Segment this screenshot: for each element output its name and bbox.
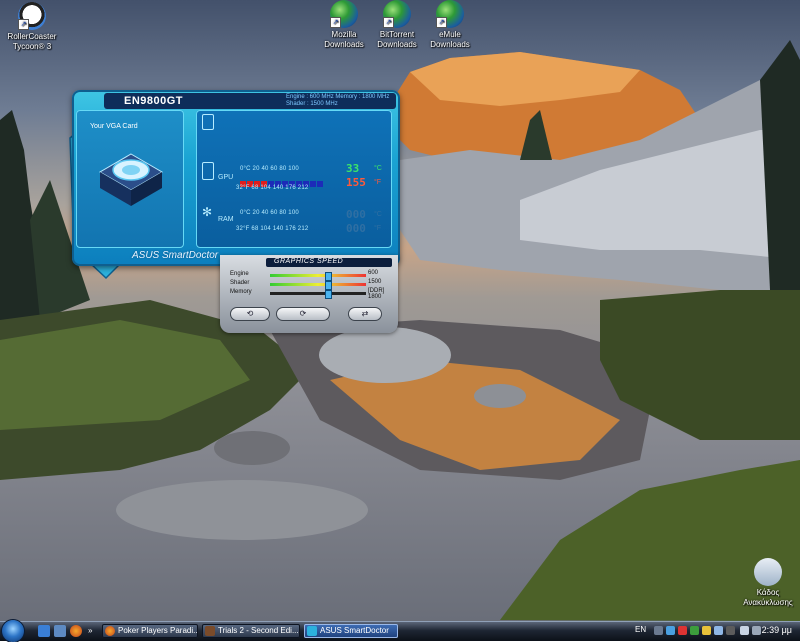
shortcut-arrow-icon: ↗ bbox=[18, 19, 29, 30]
asus-smartdoctor-logo: ASUS SmartDoctor bbox=[132, 250, 219, 261]
slider-value: [DDR] 1800 bbox=[368, 288, 385, 300]
taskbar-button-smartdoctor[interactable]: ASUS SmartDoctor bbox=[304, 624, 398, 638]
smartdoctor-panel: EN9800GT Engine : 600 MHz Memory : 1800 … bbox=[72, 90, 400, 266]
desktop-icon-label: Downloads bbox=[430, 40, 470, 49]
unit-celsius: °C bbox=[374, 165, 382, 172]
smartdoctor-icon bbox=[307, 626, 317, 636]
slider-value: 1500 bbox=[368, 279, 382, 285]
tools-icon: ⇄ bbox=[361, 309, 369, 318]
vga-card-label: Your VGA Card bbox=[90, 123, 138, 130]
slider-track bbox=[270, 292, 366, 295]
desktop-icon-label: eMule bbox=[439, 30, 461, 39]
settings-button[interactable]: ⇄ bbox=[348, 307, 382, 321]
gpu-chip-icon bbox=[99, 153, 163, 206]
desktop-icon-label: Ανακύκλωσης bbox=[743, 598, 793, 607]
apply-button[interactable]: ⟳ bbox=[276, 307, 330, 321]
recycle-bin-icon bbox=[754, 558, 782, 586]
sound-icon[interactable] bbox=[752, 626, 761, 635]
update-icon[interactable] bbox=[702, 626, 711, 635]
desktop-icon-rollercoaster[interactable]: ↗ RollerCoaster Tycoon® 3 bbox=[0, 2, 64, 52]
slider-track bbox=[270, 274, 366, 277]
network-icon[interactable] bbox=[666, 626, 675, 635]
display-icon[interactable] bbox=[714, 626, 723, 635]
switch-windows-icon[interactable] bbox=[54, 625, 66, 637]
slider-value: 600 bbox=[368, 270, 379, 276]
system-clock[interactable]: 2:39 μμ bbox=[762, 625, 792, 635]
slider-knob[interactable] bbox=[324, 290, 332, 299]
graphics-speed-panel: GRAPHICS SPEED Engine 600 Shader 1500 Me… bbox=[220, 255, 398, 333]
task-label: Poker Players Paradi... bbox=[118, 626, 198, 635]
desktop-icon-label: Tycoon® 3 bbox=[12, 42, 52, 51]
ram-scale-celsius: 0°C 20 40 60 80 100 bbox=[240, 210, 299, 216]
tray-arrow-icon[interactable] bbox=[654, 626, 663, 635]
smartdoctor-window[interactable]: EN9800GT Engine : 600 MHz Memory : 1800 … bbox=[66, 88, 402, 343]
emule-downloads-icon: ↗ bbox=[436, 0, 464, 28]
engine-slider[interactable]: Engine 600 bbox=[226, 270, 392, 281]
thermometer-icon bbox=[202, 114, 214, 130]
firefox-icon bbox=[105, 626, 115, 636]
temperature-panel: ✻ GPU 0°C 20 40 60 80 100 32°F 68 104 14… bbox=[196, 110, 392, 248]
gpu-scale-celsius: 0°C 20 40 60 80 100 bbox=[240, 166, 299, 172]
card-model-title: EN9800GT bbox=[124, 95, 184, 107]
firefox-icon[interactable] bbox=[70, 625, 82, 637]
desktop-icon-emule-downloads[interactable]: ↗ eMule Downloads bbox=[418, 0, 482, 50]
bittorrent-downloads-icon: ↗ bbox=[383, 0, 411, 28]
ram-label: RAM bbox=[218, 216, 234, 223]
slider-label: Shader bbox=[230, 280, 250, 286]
smartdoctor-titlebar[interactable]: EN9800GT Engine : 600 MHz Memory : 1800 … bbox=[104, 93, 396, 109]
taskbar-button-poker[interactable]: Poker Players Paradi... bbox=[102, 624, 198, 638]
rollercoaster-icon: ↗ bbox=[18, 2, 46, 30]
show-desktop-icon[interactable] bbox=[38, 625, 50, 637]
gpu-temp-celsius: 33 bbox=[346, 162, 360, 175]
gpu-temperature-bar bbox=[240, 174, 324, 187]
device-icon[interactable] bbox=[726, 626, 735, 635]
slider-label: Engine bbox=[230, 271, 249, 277]
antivirus-icon[interactable] bbox=[678, 626, 687, 635]
messenger-icon[interactable] bbox=[690, 626, 699, 635]
gpu-bar-segment bbox=[310, 181, 316, 187]
memory-slider[interactable]: Memory [DDR] 1800 bbox=[226, 288, 392, 300]
language-indicator[interactable]: EN bbox=[635, 625, 646, 634]
slider-track bbox=[270, 283, 366, 286]
engine-memory-clock: Engine : 600 MHz Memory : 1800 MHz bbox=[286, 94, 390, 100]
desktop-icon-label: RollerCoaster bbox=[7, 32, 57, 41]
taskbar: » Poker Players Paradi... Trials 2 - Sec… bbox=[0, 620, 800, 642]
clock-readout: Engine : 600 MHz Memory : 1800 MHz Shade… bbox=[286, 94, 389, 108]
quick-launch-overflow-icon[interactable]: » bbox=[88, 625, 100, 637]
shortcut-arrow-icon: ↗ bbox=[383, 17, 394, 28]
shader-slider[interactable]: Shader 1500 bbox=[226, 279, 392, 290]
task-label: Trials 2 - Second Edi... bbox=[218, 626, 299, 635]
gpu-bar-segment bbox=[317, 181, 323, 187]
gpu-temp-fahrenheit: 155 bbox=[346, 176, 366, 189]
gpu-scale-fahrenheit: 32°F 68 104 140 176 212 bbox=[236, 185, 309, 191]
taskbar-button-trials[interactable]: Trials 2 - Second Edi... bbox=[202, 624, 300, 638]
graphics-speed-label: GRAPHICS SPEED bbox=[274, 258, 344, 265]
ram-temp-celsius: 000 bbox=[346, 208, 366, 221]
start-button[interactable] bbox=[2, 620, 24, 642]
task-label: ASUS SmartDoctor bbox=[320, 626, 389, 635]
unit-fahrenheit: °F bbox=[374, 179, 382, 186]
shortcut-arrow-icon: ↗ bbox=[436, 17, 447, 28]
reset-icon: ⟲ bbox=[246, 309, 254, 318]
shader-clock: Shader : 1500 MHz bbox=[286, 101, 338, 107]
unit-celsius: °C bbox=[374, 211, 382, 218]
ram-temp-fahrenheit: 000 bbox=[346, 222, 366, 235]
ram-scale-fahrenheit: 32°F 68 104 140 176 212 bbox=[236, 226, 309, 232]
desktop-icon-label: Κάδος bbox=[756, 588, 780, 597]
mozilla-downloads-icon: ↗ bbox=[330, 0, 358, 28]
gpu-label: GPU bbox=[218, 174, 234, 181]
volume-icon[interactable] bbox=[740, 626, 749, 635]
shortcut-arrow-icon: ↗ bbox=[330, 17, 341, 28]
game-icon bbox=[205, 626, 215, 636]
system-tray: EN 2:39 μμ bbox=[632, 622, 800, 641]
slider-label: Memory bbox=[230, 289, 252, 295]
apply-icon: ⟳ bbox=[299, 309, 307, 318]
graphics-speed-header: GRAPHICS SPEED bbox=[266, 258, 392, 267]
thermometer-icon bbox=[202, 162, 214, 180]
desktop-icon-recycle-bin[interactable]: Κάδος Ανακύκλωσης bbox=[736, 558, 800, 608]
fan-icon: ✻ bbox=[202, 205, 213, 219]
unit-fahrenheit: °F bbox=[374, 225, 382, 232]
reset-button[interactable]: ⟲ bbox=[230, 307, 270, 321]
